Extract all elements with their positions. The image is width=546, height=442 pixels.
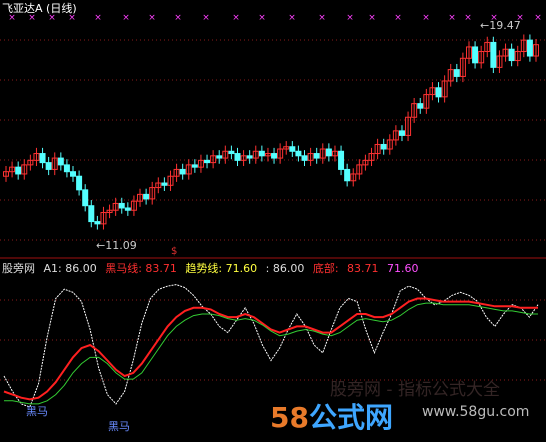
- candle-body: [88, 205, 95, 223]
- candle-body: [191, 164, 198, 168]
- signal-x-mark: ×: [232, 13, 240, 23]
- signal-marker: $: [171, 246, 178, 257]
- candle-body: [380, 143, 387, 150]
- candle-body: [216, 155, 223, 159]
- candle-body: [118, 202, 125, 209]
- signal-x-mark: ×: [422, 13, 430, 23]
- signal-x-mark: ×: [534, 13, 542, 23]
- price-high-value: 19.47: [489, 19, 521, 32]
- indicator-name: 股旁网: [2, 262, 35, 275]
- bottom-value-1: 83.71: [347, 262, 379, 275]
- candle-body: [417, 103, 424, 109]
- candle-body: [70, 171, 77, 177]
- candle-body: [63, 164, 70, 173]
- signal-x-mark: ×: [258, 13, 266, 23]
- candle-body: [258, 150, 265, 157]
- price-low-label: ←11.09: [96, 239, 137, 252]
- chart-title: 飞亚达A (日线): [2, 2, 77, 15]
- candle-body: [398, 130, 405, 136]
- candle-body: [228, 150, 235, 155]
- candle-body: [39, 153, 46, 164]
- signal-x-mark: ×: [318, 13, 326, 23]
- bottom-label: 底部:: [312, 262, 339, 275]
- trend-value: 趋势线: 71.60: [185, 262, 258, 275]
- price-high-label: ←19.47: [480, 19, 521, 32]
- watermark-url: www.58gu.com: [422, 404, 530, 420]
- candle-body: [161, 182, 168, 186]
- signal-x-mark: ×: [346, 13, 354, 23]
- watermark-number: 58: [270, 401, 309, 434]
- candle-body: [57, 157, 64, 166]
- candle-body: [179, 168, 186, 175]
- candle-body: [94, 221, 101, 225]
- v-value: : 86.00: [265, 262, 305, 275]
- signal-x-mark: ×: [464, 13, 472, 23]
- candle-body: [435, 87, 442, 98]
- candle-body: [204, 159, 211, 164]
- candle-body: [143, 193, 150, 200]
- candle-body: [15, 166, 22, 175]
- candle-body: [246, 155, 253, 159]
- signal-x-mark: ×: [202, 13, 210, 23]
- watermark-logo: 58公式网: [270, 396, 393, 436]
- signal-x-mark: ×: [394, 13, 402, 23]
- candle-body: [45, 162, 52, 170]
- candle-body: [271, 153, 278, 159]
- candle-body: [508, 48, 515, 62]
- price-low-value: 11.09: [105, 239, 137, 252]
- signal-x-mark: ×: [368, 13, 376, 23]
- heima-mark: 黑马: [108, 420, 130, 433]
- signal-x-mark: ×: [148, 13, 156, 23]
- signal-x-mark: ×: [448, 13, 456, 23]
- signal-x-mark: ×: [94, 13, 102, 23]
- candle-body: [313, 153, 320, 159]
- candle-body: [295, 150, 302, 157]
- signal-x-mark: ×: [122, 13, 130, 23]
- candle-body: [124, 207, 131, 211]
- heima-mark: 黑马: [26, 405, 48, 418]
- signal-x-mark: ×: [174, 13, 182, 23]
- candle-body: [301, 155, 308, 161]
- bottom-value-2: 71.60: [387, 262, 419, 275]
- heima-value: 黑马线: 83.71: [105, 262, 177, 275]
- candle-body: [234, 153, 241, 161]
- watermark-word: 公式网: [308, 401, 393, 434]
- candle-body: [526, 39, 533, 57]
- candle-body: [472, 46, 479, 64]
- indicator-legend: 股旁网 A1: 86.00 黑马线: 83.71 趋势线: 71.60 : 86…: [2, 262, 424, 275]
- candle-body: [453, 69, 460, 77]
- candle-body: [490, 41, 497, 68]
- a1-value: A1: 86.00: [43, 262, 97, 275]
- candle-body: [325, 148, 332, 157]
- signal-x-mark: ×: [288, 13, 296, 23]
- candle-body: [82, 189, 89, 207]
- candle-body: [289, 146, 296, 152]
- candle-body: [338, 150, 345, 170]
- candle-body: [344, 168, 351, 182]
- candle-body: [76, 175, 83, 191]
